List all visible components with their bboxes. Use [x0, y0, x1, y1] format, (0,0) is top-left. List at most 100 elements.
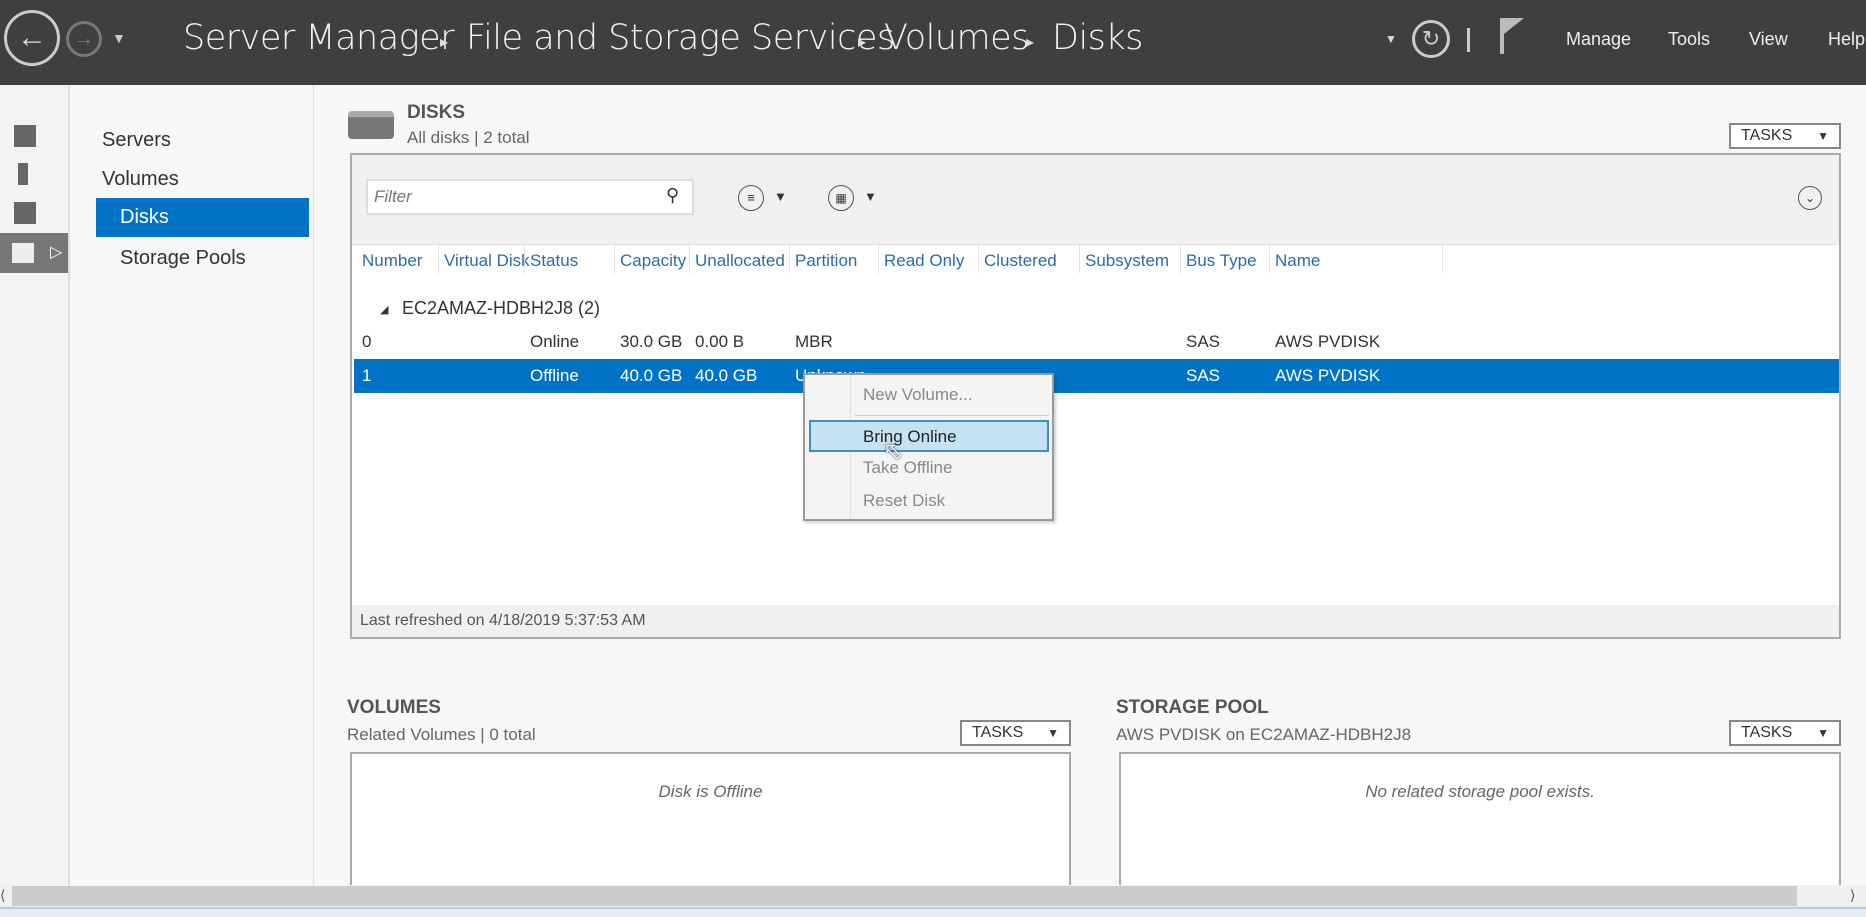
horizontal-scrollbar[interactable]: ⟨ ⟩	[0, 885, 1866, 907]
history-dropdown-icon[interactable]: ▼	[112, 30, 126, 46]
chevron-down-icon: ▼	[1817, 726, 1829, 740]
dashboard-icon[interactable]	[14, 125, 36, 147]
breadcrumb-volumes[interactable]: Volumes	[884, 18, 1029, 58]
column-header[interactable]: Number	[362, 251, 422, 271]
icon-strip: ▷	[0, 85, 70, 885]
menu-tools[interactable]: Tools	[1668, 29, 1710, 50]
sidebar-item-storage-pools[interactable]: Storage Pools	[120, 247, 246, 270]
sidebar: Servers Volumes Disks Storage Pools	[72, 85, 314, 885]
cell-number: 1	[362, 366, 372, 385]
scrollbar-thumb[interactable]	[12, 886, 1797, 906]
group-collapse-icon[interactable]: ◢	[380, 303, 388, 316]
save-query-icon[interactable]: ▦	[828, 185, 854, 211]
chevron-down-icon[interactable]: ▼	[774, 189, 787, 204]
cell-unallocated: 40.0 GB	[695, 366, 758, 385]
column-header[interactable]: Bus Type	[1186, 251, 1257, 271]
storage-pool-empty-message: No related storage pool exists.	[1365, 782, 1595, 801]
menu-help[interactable]: Help	[1828, 29, 1865, 50]
table-row[interactable]: 1Offline40.0 GB40.0 GBUnknownSASAWS PVDI…	[354, 359, 1839, 393]
panel-footer: Last refreshed on 4/18/2019 5:37:53 AM	[352, 605, 1839, 637]
column-header[interactable]: Partition	[795, 251, 857, 271]
flag-icon	[1504, 18, 1524, 34]
column-header[interactable]: Name	[1275, 251, 1320, 271]
menu-item-new-volume[interactable]: New Volume...	[863, 385, 973, 405]
scroll-right-icon[interactable]: ⟩	[1850, 887, 1855, 904]
column-header[interactable]: Unallocated	[695, 251, 785, 271]
column-divider[interactable]	[689, 245, 690, 273]
group-header[interactable]: EC2AMAZ-HDBH2J8 (2)	[402, 298, 600, 319]
column-divider[interactable]	[1269, 245, 1270, 273]
collapse-panel-icon[interactable]: ⌄	[1798, 186, 1822, 210]
menu-item-bring-online[interactable]: Bring Online	[809, 420, 1049, 452]
forward-button[interactable]: →	[66, 21, 102, 57]
back-button[interactable]: ←	[4, 10, 60, 66]
column-header[interactable]: Virtual Disk	[444, 251, 530, 271]
menu-manage[interactable]: Manage	[1566, 29, 1631, 50]
title-bar: ← → ▼ Server Manager ▸ File and Storage …	[0, 0, 1866, 85]
breadcrumb-server-manager[interactable]: Server Manager	[183, 18, 455, 58]
sidebar-item-disks[interactable]: Disks	[96, 198, 309, 237]
list-view-icon[interactable]: ≡	[738, 185, 764, 211]
cell-number: 0	[362, 332, 372, 351]
column-divider[interactable]	[524, 245, 525, 273]
menu-item-label: Bring Online	[863, 427, 957, 446]
cell-status: Offline	[530, 366, 579, 385]
column-divider[interactable]	[1180, 245, 1181, 273]
file-storage-services-icon[interactable]: ▷	[0, 233, 68, 273]
column-header[interactable]: Subsystem	[1085, 251, 1169, 271]
disks-subtitle: All disks | 2 total	[407, 128, 530, 147]
sidebar-item-servers[interactable]: Servers	[102, 129, 171, 152]
column-header[interactable]: Capacity	[620, 251, 686, 271]
column-divider[interactable]	[789, 245, 790, 273]
breadcrumb-separator-icon: ▸	[858, 34, 867, 51]
column-header[interactable]: Read Only	[884, 251, 964, 271]
volumes-subtitle: Related Volumes | 0 total	[347, 725, 536, 744]
tasks-label: TASKS	[1741, 724, 1793, 741]
disks-title: DISKS	[407, 102, 466, 123]
breadcrumb-file-storage[interactable]: File and Storage Services	[466, 18, 895, 58]
chevron-down-icon: ▼	[1817, 129, 1829, 143]
chevron-down-icon: ▼	[1047, 726, 1059, 740]
breadcrumb-separator-icon: ▸	[1026, 34, 1035, 51]
mouse-cursor-icon: ⬁	[883, 438, 904, 465]
column-divider[interactable]	[1079, 245, 1080, 273]
menu-item-take-offline[interactable]: Take Offline	[863, 458, 952, 478]
menu-view[interactable]: View	[1749, 29, 1788, 50]
column-header[interactable]: Status	[530, 251, 578, 271]
column-header[interactable]: Clustered	[984, 251, 1057, 271]
sidebar-item-volumes[interactable]: Volumes	[102, 168, 179, 191]
cell-unallocated: 0.00 B	[695, 332, 745, 351]
refresh-icon[interactable]: ↻	[1412, 20, 1450, 58]
cell-capacity: 40.0 GB	[620, 366, 683, 385]
tasks-label: TASKS	[1741, 127, 1793, 144]
column-divider[interactable]	[978, 245, 979, 273]
disks-tasks-button[interactable]: TASKS ▼	[1729, 123, 1841, 149]
volumes-empty-message: Disk is Offline	[658, 782, 763, 801]
cell-name: AWS PVDISK	[1275, 332, 1381, 351]
storage-pool-panel: No related storage pool exists.	[1119, 752, 1841, 885]
filter-input[interactable]	[366, 179, 694, 215]
cell-bus: SAS	[1186, 332, 1221, 351]
column-divider[interactable]	[438, 245, 439, 273]
table-row[interactable]: 0 Online 30.0 GB 0.00 B MBR SAS AWS PVDISK	[354, 329, 1839, 357]
cell-capacity: 30.0 GB	[620, 332, 683, 351]
cell-bus: SAS	[1186, 366, 1221, 385]
properties-strip	[0, 907, 1866, 917]
divider	[1467, 28, 1470, 52]
scroll-left-icon[interactable]: ⟨	[0, 887, 5, 904]
dropdown-icon[interactable]: ▼	[1385, 32, 1397, 46]
local-server-icon[interactable]	[18, 163, 28, 185]
storage-pool-subtitle: AWS PVDISK on EC2AMAZ-HDBH2J8	[1116, 725, 1412, 744]
volumes-tasks-button[interactable]: TASKS ▼	[960, 720, 1071, 746]
last-refreshed: Last refreshed on 4/18/2019 5:37:53 AM	[360, 612, 646, 629]
chevron-down-icon[interactable]: ▼	[864, 189, 877, 204]
volumes-title: VOLUMES	[347, 697, 441, 718]
column-divider[interactable]	[878, 245, 879, 273]
all-servers-icon[interactable]	[14, 202, 36, 224]
column-divider[interactable]	[614, 245, 615, 273]
storage-pool-tasks-button[interactable]: TASKS ▼	[1729, 720, 1841, 746]
menu-item-reset-disk[interactable]: Reset Disk	[863, 491, 945, 511]
cell-name: AWS PVDISK	[1275, 366, 1381, 385]
column-divider	[1442, 245, 1443, 273]
disk-icon	[348, 111, 394, 139]
